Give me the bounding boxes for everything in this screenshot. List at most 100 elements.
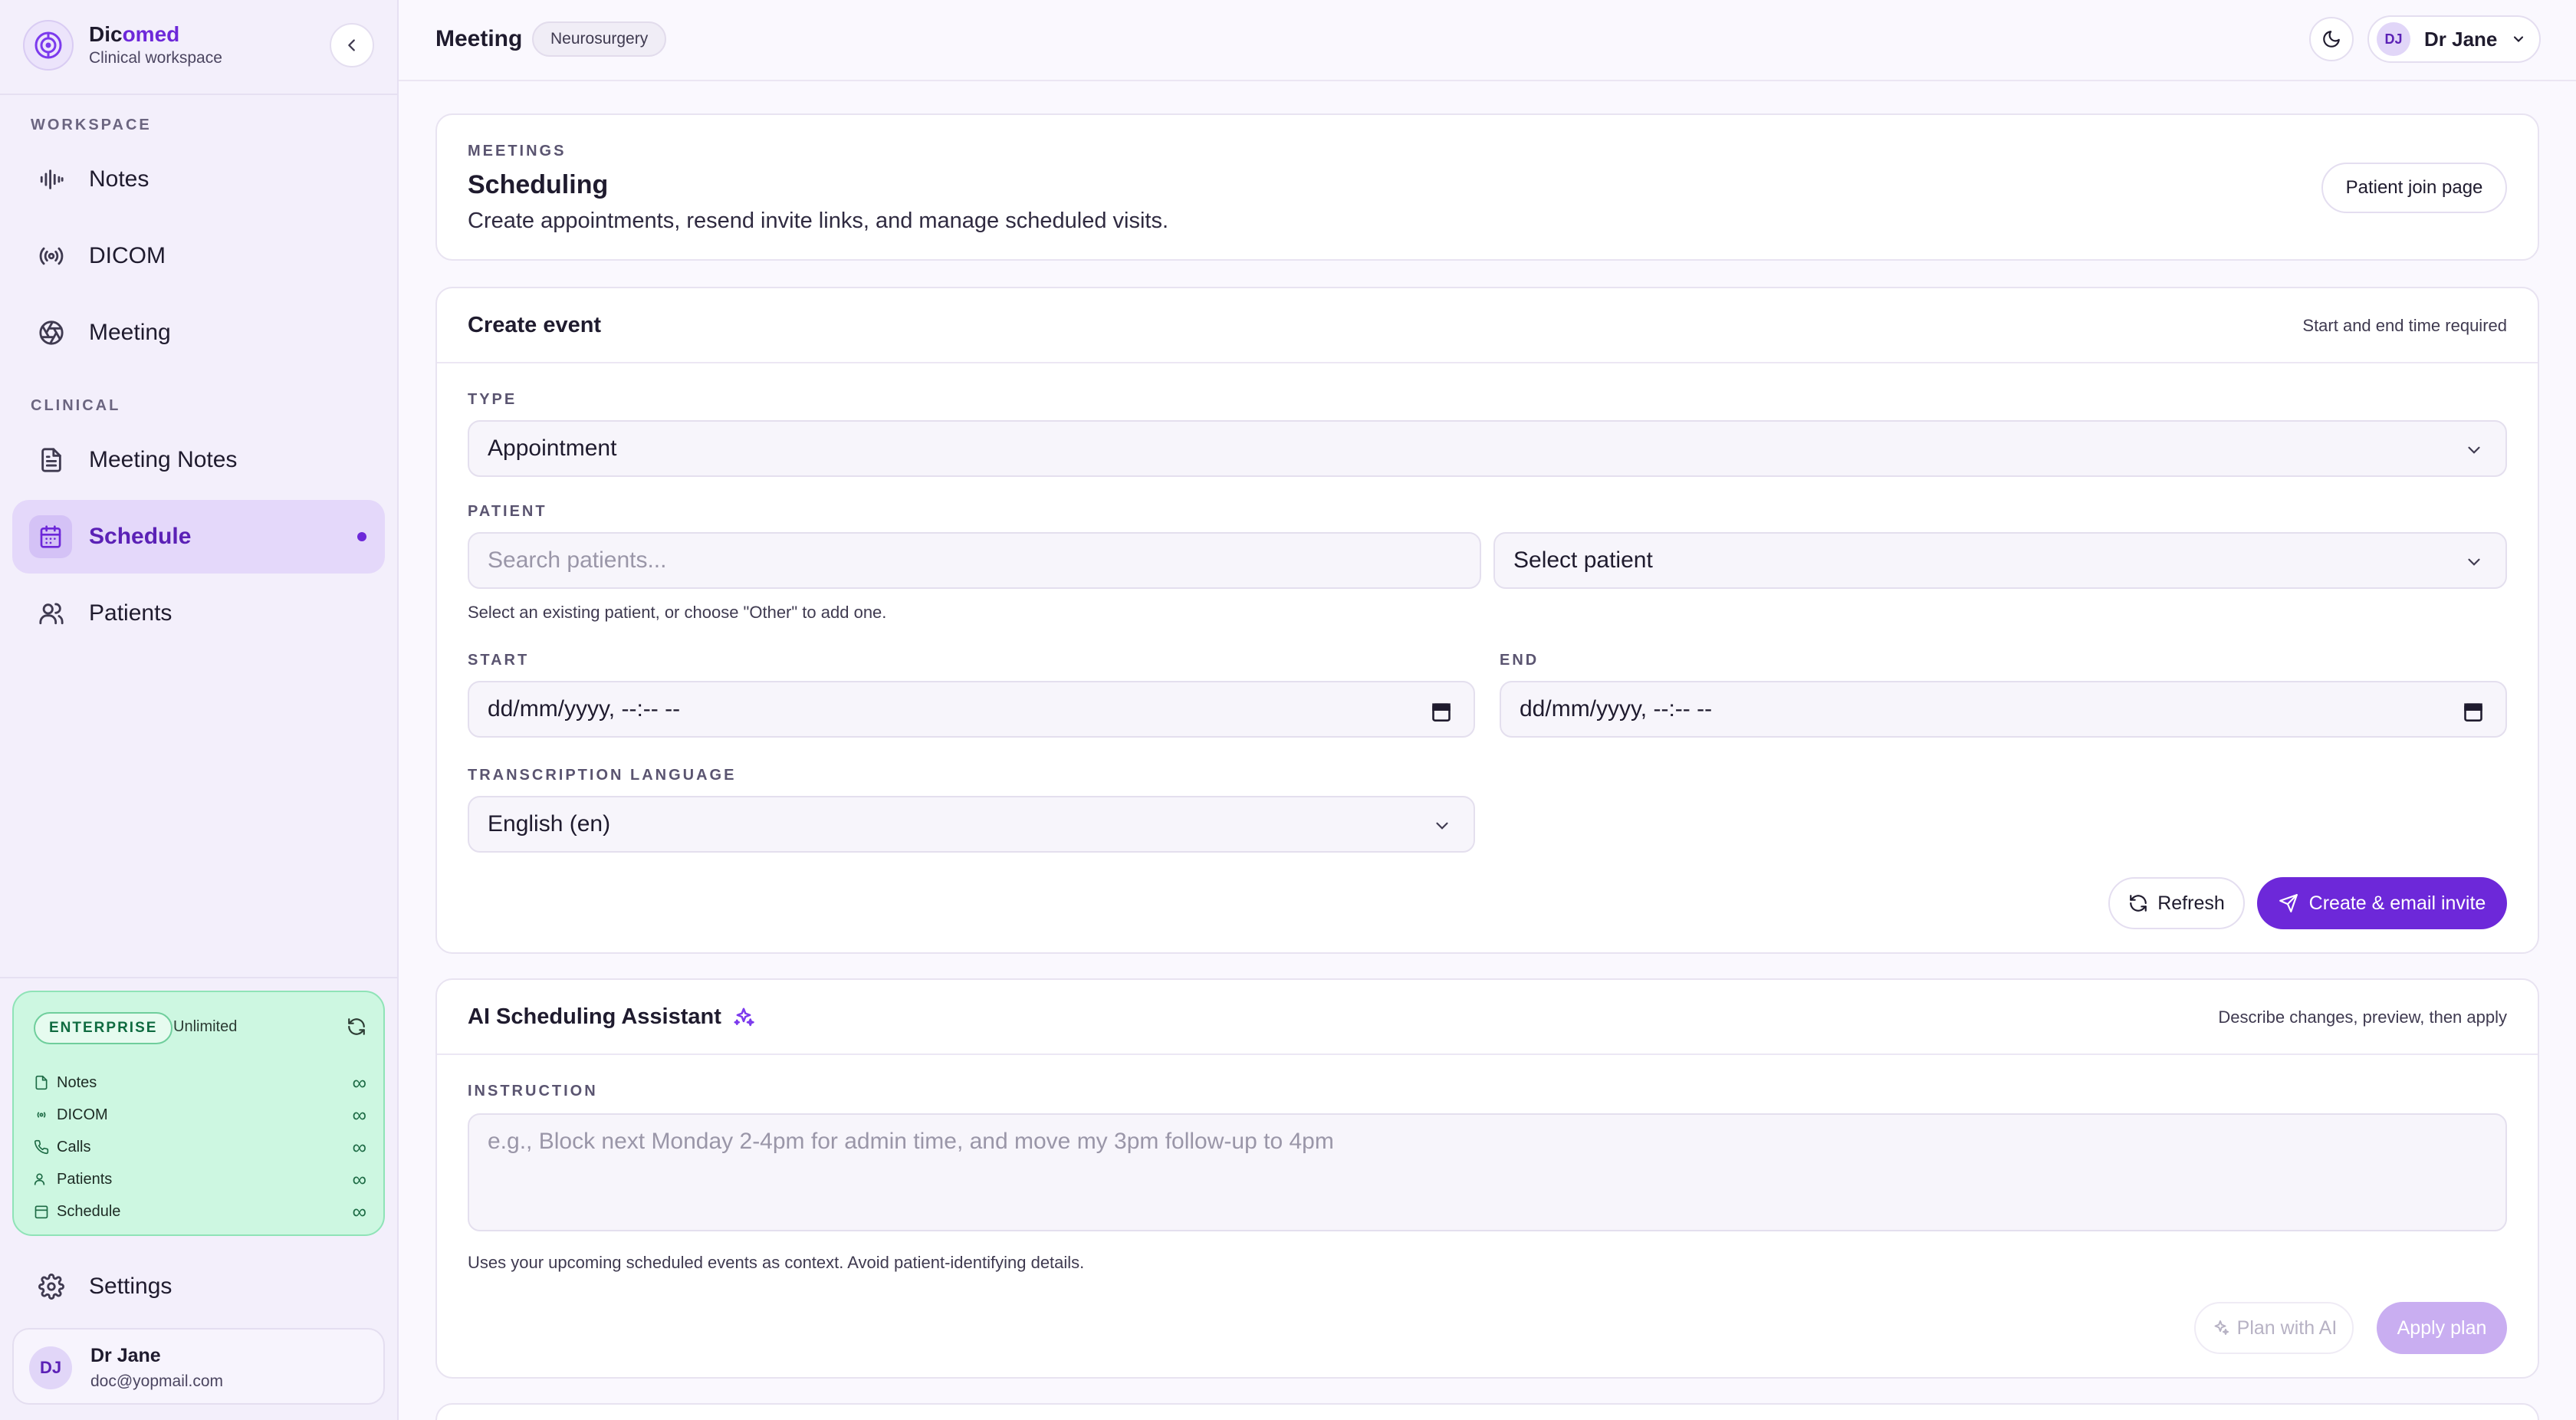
patient-label: PATIENT xyxy=(468,503,547,520)
refresh-usage-icon[interactable] xyxy=(347,1017,366,1040)
user-profile-card[interactable]: DJ Dr Jane doc@yopmail.com xyxy=(12,1328,385,1405)
calendar-icon[interactable] xyxy=(2463,701,2484,722)
user-name: Dr Jane xyxy=(90,1345,161,1366)
plan-row-label: Calls xyxy=(57,1138,91,1155)
start-datetime-input[interactable]: dd/mm/yyyy, --:-- -- xyxy=(468,681,1475,738)
patient-search-input[interactable]: Search patients... xyxy=(468,532,1481,589)
end-datetime-value: dd/mm/yyyy, --:-- -- xyxy=(1520,696,1713,722)
sidebar-item-dicom[interactable]: DICOM xyxy=(12,219,385,293)
brand-name: Dicomed xyxy=(89,22,180,46)
patient-join-page-button[interactable]: Patient join page xyxy=(2321,163,2507,213)
sidebar-item-schedule[interactable]: Schedule xyxy=(12,500,385,574)
type-label: TYPE xyxy=(468,391,518,408)
moon-icon xyxy=(2323,31,2340,48)
create-event-card: Create event Start and end time required… xyxy=(435,287,2539,954)
instruction-label: INSTRUCTION xyxy=(468,1083,598,1100)
card-title: AI Scheduling Assistant xyxy=(468,1004,721,1029)
apply-plan-button[interactable]: Apply plan xyxy=(2377,1302,2507,1354)
event-type-value: Appointment xyxy=(488,436,617,461)
chevron-down-icon xyxy=(2468,446,2480,454)
plan-row-dicom: DICOM ∞ xyxy=(34,1100,366,1130)
create-and-email-invite-button[interactable]: Create & email invite xyxy=(2257,877,2507,929)
end-label: END xyxy=(1500,652,1539,669)
send-icon xyxy=(2279,894,2298,912)
sidebar-item-label: Schedule xyxy=(89,524,192,549)
specialty-badge: Neurosurgery xyxy=(532,21,667,57)
sidebar-item-label: DICOM xyxy=(89,243,166,268)
create-button-label: Create & email invite xyxy=(2308,892,2486,914)
plan-row-value: ∞ xyxy=(352,1070,366,1094)
instruction-textarea[interactable]: e.g., Block next Monday 2-4pm for admin … xyxy=(468,1113,2507,1231)
waveform-icon xyxy=(38,166,89,192)
gear-icon xyxy=(38,1274,89,1300)
sidebar-item-meeting[interactable]: Meeting xyxy=(12,296,385,370)
card-title: Create event xyxy=(468,313,602,337)
chevron-left-icon xyxy=(348,39,355,51)
sidebar-divider xyxy=(0,977,399,978)
patient-select[interactable]: Select patient xyxy=(1493,532,2507,589)
sidebar: Dicomed Clinical workspace WORKSPACE Not… xyxy=(0,0,399,1420)
plan-row-label: Notes xyxy=(57,1073,97,1091)
sidebar-item-label: Meeting Notes xyxy=(89,447,238,472)
sidebar-item-settings[interactable]: Settings xyxy=(12,1250,385,1323)
plan-with-ai-button[interactable]: Plan with AI xyxy=(2194,1302,2354,1354)
plan-row-value: ∞ xyxy=(352,1167,366,1191)
calendar-icon[interactable] xyxy=(1431,701,1452,722)
card-hint: Describe changes, preview, then apply xyxy=(2218,1007,2507,1027)
user-menu-name: Dr Jane xyxy=(2424,27,2498,51)
ai-scheduling-assistant-card: AI Scheduling Assistant Describe changes… xyxy=(435,978,2539,1379)
language-value: English (en) xyxy=(488,811,611,837)
plan-row-label: Patients xyxy=(57,1170,113,1188)
section-label-workspace: WORKSPACE xyxy=(31,117,152,133)
avatar: DJ xyxy=(29,1346,72,1389)
document-icon xyxy=(34,1075,57,1090)
card-divider xyxy=(437,1053,2538,1055)
sidebar-divider xyxy=(0,94,399,95)
start-label: START xyxy=(468,652,530,669)
section-title: Scheduling xyxy=(468,170,609,199)
brand-logo-icon xyxy=(23,20,74,71)
plan-row-value: ∞ xyxy=(352,1199,366,1223)
plan-row-label: DICOM xyxy=(57,1106,108,1123)
refresh-icon xyxy=(2130,895,2147,912)
user-menu-button[interactable]: DJ Dr Jane xyxy=(2367,15,2541,63)
phone-icon xyxy=(34,1139,57,1155)
start-datetime-value: dd/mm/yyyy, --:-- -- xyxy=(488,696,681,722)
chevron-down-icon xyxy=(2514,36,2524,42)
end-datetime-input[interactable]: dd/mm/yyyy, --:-- -- xyxy=(1500,681,2507,738)
users-icon xyxy=(34,1172,57,1187)
sidebar-item-label: Settings xyxy=(89,1274,172,1299)
sidebar-item-patients[interactable]: Patients xyxy=(12,577,385,650)
plan-row-value: ∞ xyxy=(352,1103,366,1126)
next-card xyxy=(435,1403,2539,1420)
patient-helper-text: Select an existing patient, or choose "O… xyxy=(468,603,887,622)
brand-subtitle: Clinical workspace xyxy=(89,49,222,67)
users-icon xyxy=(38,600,89,626)
sidebar-item-label: Patients xyxy=(89,600,172,626)
language-label: TRANSCRIPTION LANGUAGE xyxy=(468,767,737,784)
event-type-select[interactable]: Appointment xyxy=(468,420,2507,477)
plan-quota: Unlimited xyxy=(173,1018,238,1035)
sidebar-item-label: Meeting xyxy=(89,320,171,345)
refresh-button[interactable]: Refresh xyxy=(2108,877,2245,929)
collapse-sidebar-button[interactable] xyxy=(330,23,374,67)
plan-badge: ENTERPRISE xyxy=(34,1012,173,1044)
sparkles-icon xyxy=(734,1007,754,1026)
active-indicator-dot xyxy=(357,532,366,541)
sidebar-item-meeting-notes[interactable]: Meeting Notes xyxy=(12,423,385,497)
calendar-icon xyxy=(29,515,72,558)
theme-toggle-button[interactable] xyxy=(2309,17,2354,61)
scheduling-header-card: MEETINGS Scheduling Create appointments,… xyxy=(435,113,2539,261)
sidebar-item-label: Notes xyxy=(89,166,150,192)
page-title: Meeting xyxy=(435,26,523,51)
instruction-helper-text: Uses your upcoming scheduled events as c… xyxy=(468,1253,1085,1272)
card-hint: Start and end time required xyxy=(2302,316,2507,335)
instruction-placeholder: e.g., Block next Monday 2-4pm for admin … xyxy=(488,1129,1334,1154)
transcription-language-select[interactable]: English (en) xyxy=(468,796,1475,853)
broadcast-icon xyxy=(34,1107,57,1123)
sidebar-item-notes[interactable]: Notes xyxy=(12,143,385,216)
brand[interactable]: Dicomed Clinical workspace xyxy=(23,20,222,71)
plan-row-notes: Notes ∞ xyxy=(34,1067,366,1098)
plan-usage-card: ENTERPRISE Unlimited Notes ∞ DICOM ∞ Cal… xyxy=(12,991,385,1236)
top-bar: Meeting Neurosurgery DJ Dr Jane xyxy=(399,0,2576,81)
